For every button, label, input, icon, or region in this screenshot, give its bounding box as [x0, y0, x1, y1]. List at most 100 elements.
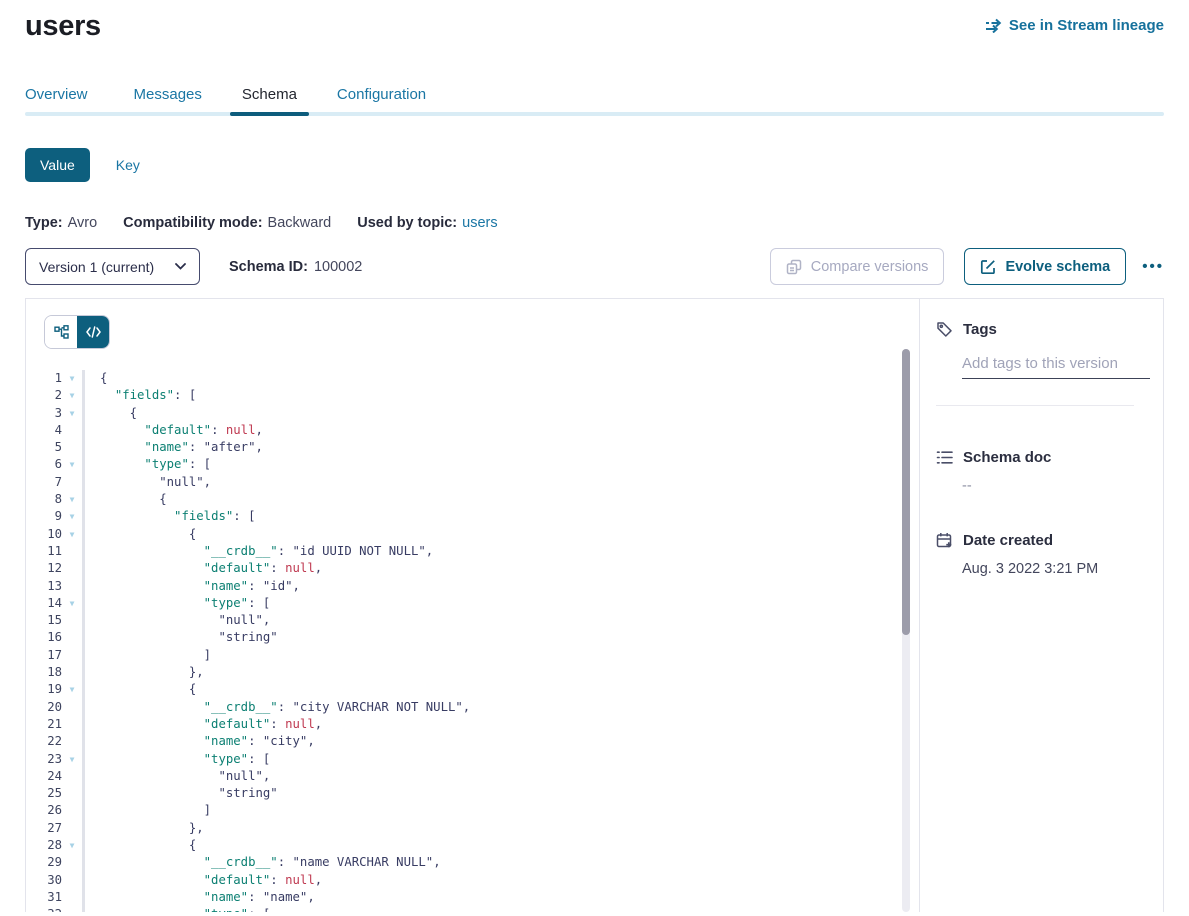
- topic-link[interactable]: users: [462, 215, 497, 231]
- line-number: 6: [26, 456, 62, 473]
- line-number: 12: [26, 560, 62, 577]
- line-number: 22: [26, 733, 62, 750]
- tree-view-button[interactable]: [45, 316, 77, 348]
- code-text: ]: [82, 802, 919, 819]
- line-number: 27: [26, 820, 62, 837]
- code-scrollbar[interactable]: [902, 349, 910, 912]
- code-text: {: [82, 681, 919, 698]
- code-line: 3▼ {: [26, 405, 919, 422]
- fold-gutter-spacer: [62, 578, 82, 595]
- line-number: 32: [26, 906, 62, 912]
- fold-gutter-spacer: [62, 785, 82, 802]
- fold-arrow-icon[interactable]: ▼: [62, 370, 82, 387]
- line-number: 1: [26, 370, 62, 387]
- code-text: {: [82, 491, 919, 508]
- type-value: Avro: [68, 215, 98, 231]
- schema-id-value: 100002: [314, 259, 362, 275]
- code-text: },: [82, 664, 919, 681]
- value-key-toggle: Value Key: [25, 148, 1164, 182]
- tab-overview[interactable]: Overview: [25, 86, 94, 116]
- code-line: 9▼ "fields": [: [26, 508, 919, 525]
- code-view-button[interactable]: [77, 316, 109, 348]
- tab-schema[interactable]: Schema: [236, 86, 303, 116]
- fold-gutter-spacer: [62, 716, 82, 733]
- more-actions-button[interactable]: •••: [1142, 258, 1164, 275]
- tab-messages[interactable]: Messages: [128, 86, 208, 116]
- see-in-stream-lineage-label: See in Stream lineage: [1009, 17, 1164, 34]
- tags-section-header: Tags: [936, 321, 1147, 338]
- see-in-stream-lineage-link[interactable]: See in Stream lineage: [985, 17, 1164, 34]
- fold-arrow-icon[interactable]: ▼: [62, 456, 82, 473]
- fold-arrow-icon[interactable]: ▼: [62, 595, 82, 612]
- tab-configuration[interactable]: Configuration: [331, 86, 432, 116]
- code-text: {: [82, 405, 919, 422]
- fold-gutter-spacer: [62, 889, 82, 906]
- schema-meta-row: Type: Avro Compatibility mode: Backward …: [25, 215, 1164, 231]
- schema-id-label: Schema ID:: [229, 259, 308, 275]
- code-text: "__crdb__": "city VARCHAR NOT NULL",: [82, 699, 919, 716]
- key-tab-button[interactable]: Key: [116, 157, 140, 173]
- value-tab-button[interactable]: Value: [25, 148, 90, 182]
- code-line: 26 ]: [26, 802, 919, 819]
- add-tags-input[interactable]: [962, 353, 1150, 379]
- code-line: 14▼ "type": [: [26, 595, 919, 612]
- fold-arrow-icon[interactable]: ▼: [62, 751, 82, 768]
- fold-gutter-spacer: [62, 474, 82, 491]
- date-created-header: Date created: [936, 532, 1147, 549]
- fold-arrow-icon[interactable]: ▼: [62, 491, 82, 508]
- code-line: 29 "__crdb__": "name VARCHAR NULL",: [26, 854, 919, 871]
- sidebar-divider: [936, 405, 1134, 406]
- code-text: "__crdb__": "id UUID NOT NULL",: [82, 543, 919, 560]
- line-number: 21: [26, 716, 62, 733]
- schema-doc-heading: Schema doc: [963, 449, 1051, 466]
- line-number: 29: [26, 854, 62, 871]
- chevron-down-icon: [175, 263, 186, 270]
- line-number: 16: [26, 629, 62, 646]
- code-text: "type": [: [82, 595, 919, 612]
- schema-panel: 1▼{2▼ "fields": [3▼ {4 "default": null,5…: [25, 298, 1164, 912]
- fold-gutter-spacer: [62, 543, 82, 560]
- fold-gutter-spacer: [62, 422, 82, 439]
- fold-gutter-spacer: [62, 872, 82, 889]
- version-select[interactable]: Version 1 (current): [25, 248, 200, 285]
- code-line: 15 "null",: [26, 612, 919, 629]
- tag-icon: [936, 321, 953, 338]
- schema-id: Schema ID: 100002: [229, 259, 362, 275]
- code-line: 6▼ "type": [: [26, 456, 919, 473]
- code-text: "string": [82, 629, 919, 646]
- compare-versions-button[interactable]: Compare versions: [770, 248, 945, 285]
- schema-sidebar: Tags Schema doc --: [919, 299, 1163, 912]
- fold-arrow-icon[interactable]: ▼: [62, 906, 82, 912]
- fold-arrow-icon[interactable]: ▼: [62, 837, 82, 854]
- line-number: 31: [26, 889, 62, 906]
- code-lines: 1▼{2▼ "fields": [3▼ {4 "default": null,5…: [26, 370, 919, 912]
- fold-gutter-spacer: [62, 802, 82, 819]
- code-scrollbar-thumb[interactable]: [902, 349, 910, 635]
- evolve-schema-label: Evolve schema: [1005, 259, 1110, 275]
- code-line: 2▼ "fields": [: [26, 387, 919, 404]
- fold-arrow-icon[interactable]: ▼: [62, 508, 82, 525]
- line-number: 4: [26, 422, 62, 439]
- view-toggle: [44, 315, 110, 349]
- line-number: 8: [26, 491, 62, 508]
- fold-arrow-icon[interactable]: ▼: [62, 526, 82, 543]
- used-by-topic-label: Used by topic:: [357, 215, 457, 231]
- code-text: "name": "city",: [82, 733, 919, 750]
- line-number: 28: [26, 837, 62, 854]
- line-number: 25: [26, 785, 62, 802]
- code-line: 27 },: [26, 820, 919, 837]
- fold-arrow-icon[interactable]: ▼: [62, 405, 82, 422]
- schema-controls-row: Version 1 (current) Schema ID: 100002: [25, 248, 1164, 285]
- code-text: "fields": [: [82, 508, 919, 525]
- code-line: 16 "string": [26, 629, 919, 646]
- fold-arrow-icon[interactable]: ▼: [62, 387, 82, 404]
- fold-gutter-spacer: [62, 854, 82, 871]
- code-line: 23▼ "type": [: [26, 751, 919, 768]
- fold-arrow-icon[interactable]: ▼: [62, 681, 82, 698]
- evolve-schema-button[interactable]: Evolve schema: [964, 248, 1126, 285]
- code-line: 5 "name": "after",: [26, 439, 919, 456]
- code-text: "type": [: [82, 456, 919, 473]
- compatibility-mode: Compatibility mode: Backward: [123, 215, 331, 231]
- calendar-plus-icon: [936, 532, 953, 549]
- line-number: 13: [26, 578, 62, 595]
